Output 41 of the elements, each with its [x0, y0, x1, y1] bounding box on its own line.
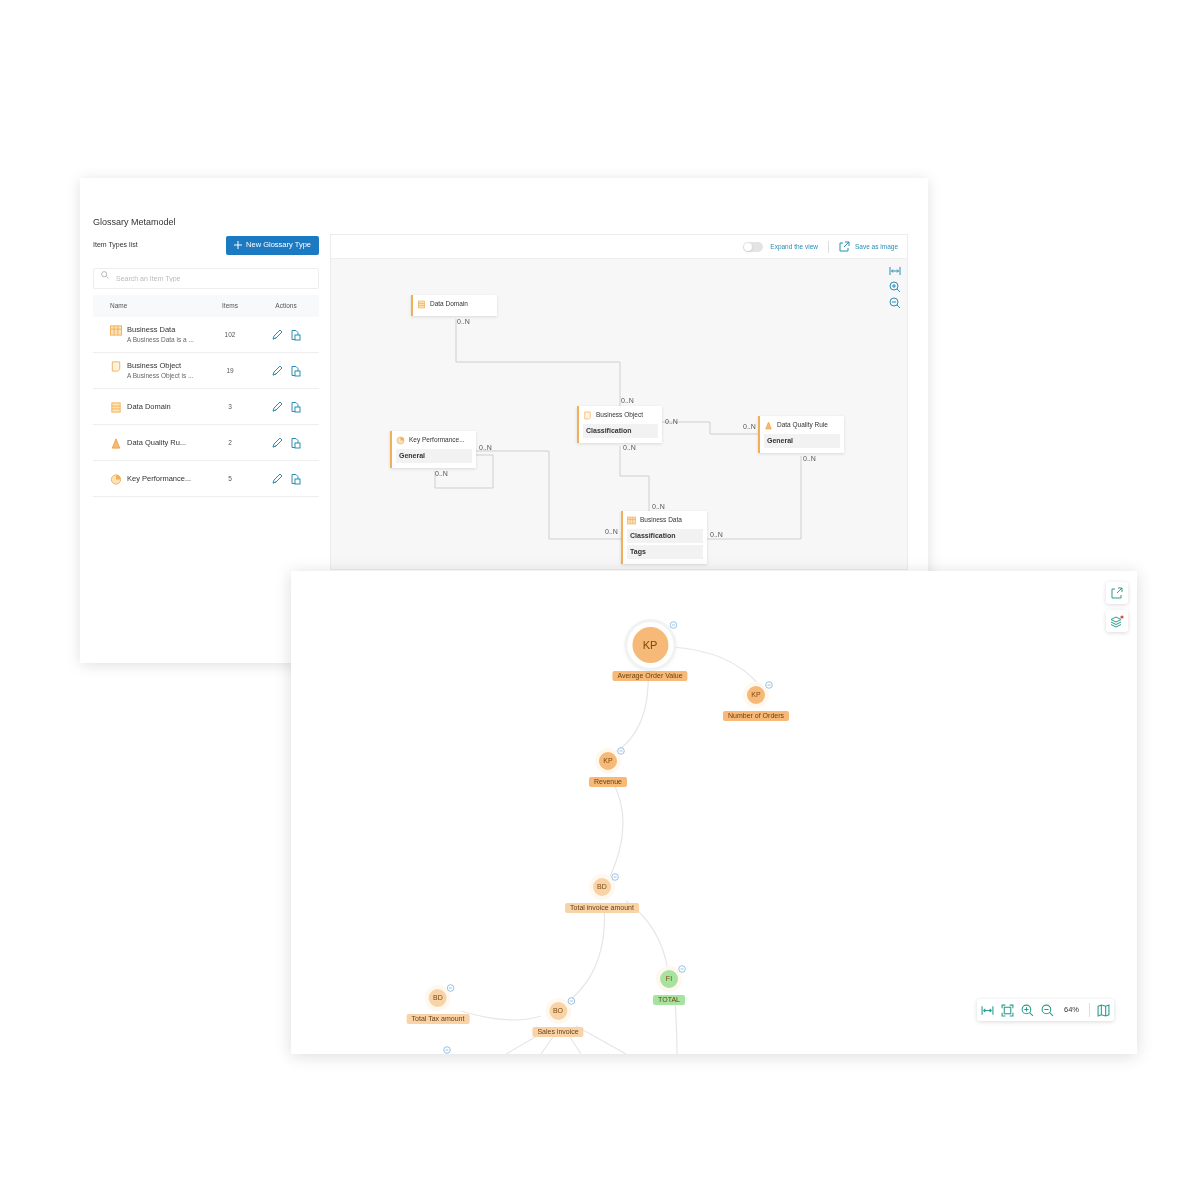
- expand-icon[interactable]: [447, 984, 455, 992]
- copy-icon[interactable]: [289, 400, 301, 413]
- zoom-in-icon[interactable]: [889, 281, 901, 293]
- copy-icon[interactable]: [289, 328, 301, 341]
- zoom-out-icon[interactable]: [1041, 1003, 1054, 1017]
- fit-width-icon[interactable]: [889, 265, 901, 277]
- cone-icon: [764, 420, 773, 430]
- pie-icon: [396, 435, 405, 445]
- share-icon: [839, 241, 850, 252]
- zoom-in-icon[interactable]: [1021, 1003, 1034, 1017]
- expand-icon[interactable]: [611, 873, 619, 881]
- zoom-out-icon[interactable]: [889, 297, 901, 309]
- grid-icon: [627, 515, 636, 525]
- fit-screen-icon[interactable]: [1001, 1003, 1014, 1017]
- layers-button[interactable]: [1106, 610, 1128, 632]
- building-icon: [110, 401, 122, 413]
- document-icon: [583, 410, 592, 420]
- pencil-icon[interactable]: [271, 364, 283, 377]
- share-button[interactable]: [1106, 582, 1128, 604]
- expand-icon[interactable]: [669, 621, 677, 629]
- pencil-icon[interactable]: [271, 400, 283, 413]
- pencil-icon[interactable]: [271, 436, 283, 449]
- copy-icon[interactable]: [289, 436, 301, 449]
- copy-icon[interactable]: [289, 472, 301, 485]
- pencil-icon[interactable]: [271, 328, 283, 341]
- pencil-icon[interactable]: [271, 472, 283, 485]
- grid-icon: [110, 325, 122, 336]
- map-icon[interactable]: [1097, 1003, 1110, 1017]
- document-icon: [110, 361, 122, 372]
- cone-icon: [110, 437, 122, 449]
- pie-icon: [110, 473, 122, 485]
- toggle-switch[interactable]: [743, 241, 764, 252]
- plus-icon: [234, 241, 243, 249]
- layers-icon: [1110, 614, 1124, 628]
- window-title: Glossary Metamodel: [93, 216, 176, 229]
- expand-icon[interactable]: [567, 997, 575, 1005]
- share-icon: [1111, 587, 1123, 599]
- fit-width-icon[interactable]: [981, 1003, 994, 1017]
- copy-icon[interactable]: [289, 364, 301, 377]
- building-icon: [417, 299, 426, 309]
- expand-icon[interactable]: [617, 747, 625, 755]
